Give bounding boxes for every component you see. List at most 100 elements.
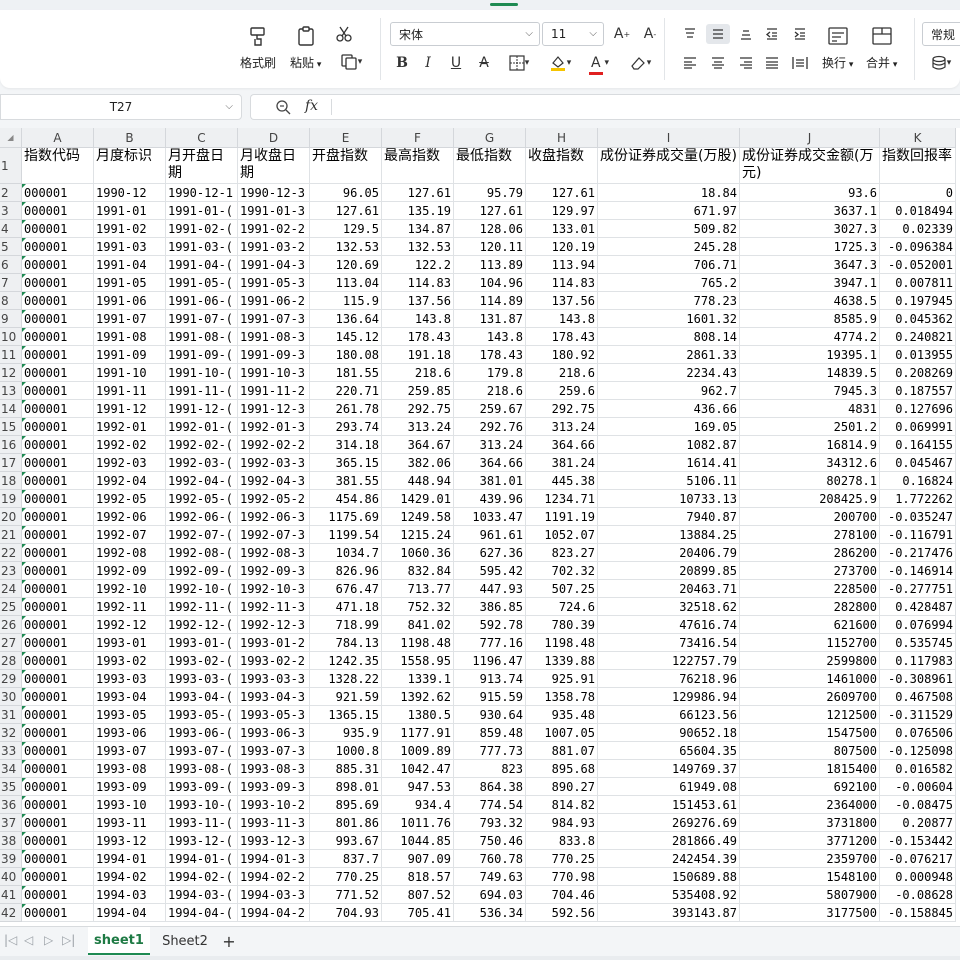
table-cell[interactable]: 178.43 <box>526 328 598 346</box>
table-cell[interactable]: 000001 <box>22 742 94 760</box>
table-cell[interactable]: 507.25 <box>526 580 598 598</box>
table-cell[interactable]: 1991-11-2 <box>238 382 310 400</box>
table-cell[interactable]: 1212500 <box>740 706 880 724</box>
table-cell[interactable]: 000001 <box>22 274 94 292</box>
align-center-icon[interactable] <box>708 53 728 73</box>
table-cell[interactable]: 718.99 <box>310 616 382 634</box>
table-cell[interactable]: 770.25 <box>526 850 598 868</box>
table-cell[interactable]: 0.16824 <box>880 472 956 490</box>
row-header[interactable]: 9 <box>0 310 22 328</box>
table-cell[interactable]: 907.09 <box>382 850 454 868</box>
table-cell[interactable]: 1339.88 <box>526 652 598 670</box>
table-cell[interactable]: 1034.7 <box>310 544 382 562</box>
table-cell[interactable]: 4774.2 <box>740 328 880 346</box>
table-cell[interactable]: 864.38 <box>454 778 526 796</box>
table-cell[interactable]: 208425.9 <box>740 490 880 508</box>
table-cell[interactable]: 000001 <box>22 508 94 526</box>
table-cell[interactable]: 269276.69 <box>598 814 740 832</box>
table-cell[interactable]: 1991-09-( <box>166 346 238 364</box>
table-cell[interactable]: 365.15 <box>310 454 382 472</box>
fx-icon[interactable]: fx <box>305 98 318 114</box>
table-cell[interactable]: 1815400 <box>740 760 880 778</box>
table-cell[interactable]: 134.87 <box>382 220 454 238</box>
table-cell[interactable]: -0.277751 <box>880 580 956 598</box>
table-cell[interactable]: 1994-03-( <box>166 886 238 904</box>
table-cell[interactable]: 1242.35 <box>310 652 382 670</box>
table-cell[interactable]: 750.46 <box>454 832 526 850</box>
table-cell[interactable]: 34312.6 <box>740 454 880 472</box>
table-cell[interactable]: 000001 <box>22 328 94 346</box>
table-cell[interactable]: 381.55 <box>310 472 382 490</box>
table-cell[interactable]: 2501.2 <box>740 418 880 436</box>
table-cell[interactable]: 292.75 <box>526 400 598 418</box>
table-cell[interactable]: 947.53 <box>382 778 454 796</box>
table-cell[interactable]: 000001 <box>22 760 94 778</box>
table-cell[interactable]: 704.46 <box>526 886 598 904</box>
table-cell[interactable]: 0.467508 <box>880 688 956 706</box>
table-cell[interactable]: 1990-12 <box>94 184 166 202</box>
table-cell[interactable]: 859.48 <box>454 724 526 742</box>
table-cell[interactable]: 1991-01-3 <box>238 202 310 220</box>
table-cell[interactable]: 000001 <box>22 526 94 544</box>
table-cell[interactable]: 1992-04-( <box>166 472 238 490</box>
table-cell[interactable]: 000001 <box>22 850 94 868</box>
table-cell[interactable]: 73416.54 <box>598 634 740 652</box>
table-cell[interactable]: 771.52 <box>310 886 382 904</box>
table-cell[interactable]: 000001 <box>22 616 94 634</box>
table-cell[interactable]: 113.94 <box>526 256 598 274</box>
column-header[interactable]: D <box>238 128 310 148</box>
table-cell[interactable]: 1991-09 <box>94 346 166 364</box>
table-cell[interactable]: 1992-06-3 <box>238 508 310 526</box>
table-cell[interactable]: 0.127696 <box>880 400 956 418</box>
table-cell[interactable]: 1991-05-( <box>166 274 238 292</box>
table-cell[interactable]: 671.97 <box>598 202 740 220</box>
table-cell[interactable]: 47616.74 <box>598 616 740 634</box>
font-size-select[interactable]: 11 ⌵ <box>542 22 604 46</box>
header-cell[interactable]: 指数代码 <box>22 148 94 184</box>
table-cell[interactable]: 826.96 <box>310 562 382 580</box>
table-cell[interactable]: 7945.3 <box>740 382 880 400</box>
table-cell[interactable]: 381.24 <box>526 454 598 472</box>
table-cell[interactable]: 1993-11-3 <box>238 814 310 832</box>
table-cell[interactable]: 3647.3 <box>740 256 880 274</box>
table-cell[interactable]: 1992-12-3 <box>238 616 310 634</box>
table-cell[interactable]: 13884.25 <box>598 526 740 544</box>
column-header[interactable]: H <box>526 128 598 148</box>
table-cell[interactable]: 1992-11-3 <box>238 598 310 616</box>
table-cell[interactable]: 313.24 <box>526 418 598 436</box>
table-cell[interactable]: -0.035247 <box>880 508 956 526</box>
table-cell[interactable]: 364.66 <box>454 454 526 472</box>
header-cell[interactable]: 最低指数 <box>454 148 526 184</box>
row-header[interactable]: 15 <box>0 418 22 436</box>
table-cell[interactable]: 95.79 <box>454 184 526 202</box>
header-cell[interactable]: 开盘指数 <box>310 148 382 184</box>
table-cell[interactable]: 1.772262 <box>880 490 956 508</box>
table-cell[interactable]: 784.13 <box>310 634 382 652</box>
table-cell[interactable]: 104.96 <box>454 274 526 292</box>
table-cell[interactable]: 1991-09-3 <box>238 346 310 364</box>
table-cell[interactable]: 364.66 <box>526 436 598 454</box>
table-cell[interactable]: 1992-04 <box>94 472 166 490</box>
table-cell[interactable]: 127.61 <box>526 184 598 202</box>
table-cell[interactable]: 2364000 <box>740 796 880 814</box>
select-all-corner[interactable]: ◢ <box>0 128 22 148</box>
table-cell[interactable]: 313.24 <box>382 418 454 436</box>
table-cell[interactable]: 137.56 <box>382 292 454 310</box>
row-header[interactable]: 12 <box>0 364 22 382</box>
table-cell[interactable]: 895.68 <box>526 760 598 778</box>
table-cell[interactable]: 454.86 <box>310 490 382 508</box>
table-cell[interactable]: 808.14 <box>598 328 740 346</box>
table-cell[interactable]: 381.01 <box>454 472 526 490</box>
table-cell[interactable]: 1614.41 <box>598 454 740 472</box>
table-cell[interactable]: -0.052001 <box>880 256 956 274</box>
header-cell[interactable]: 成份证券成交量(万股) <box>598 148 740 184</box>
table-cell[interactable]: 000001 <box>22 490 94 508</box>
table-cell[interactable]: 471.18 <box>310 598 382 616</box>
table-cell[interactable]: 131.87 <box>454 310 526 328</box>
table-cell[interactable]: 96.05 <box>310 184 382 202</box>
table-cell[interactable]: 179.8 <box>454 364 526 382</box>
column-header[interactable]: F <box>382 128 454 148</box>
table-cell[interactable]: 0.045467 <box>880 454 956 472</box>
align-middle-icon[interactable] <box>706 24 730 44</box>
table-cell[interactable]: 915.59 <box>454 688 526 706</box>
